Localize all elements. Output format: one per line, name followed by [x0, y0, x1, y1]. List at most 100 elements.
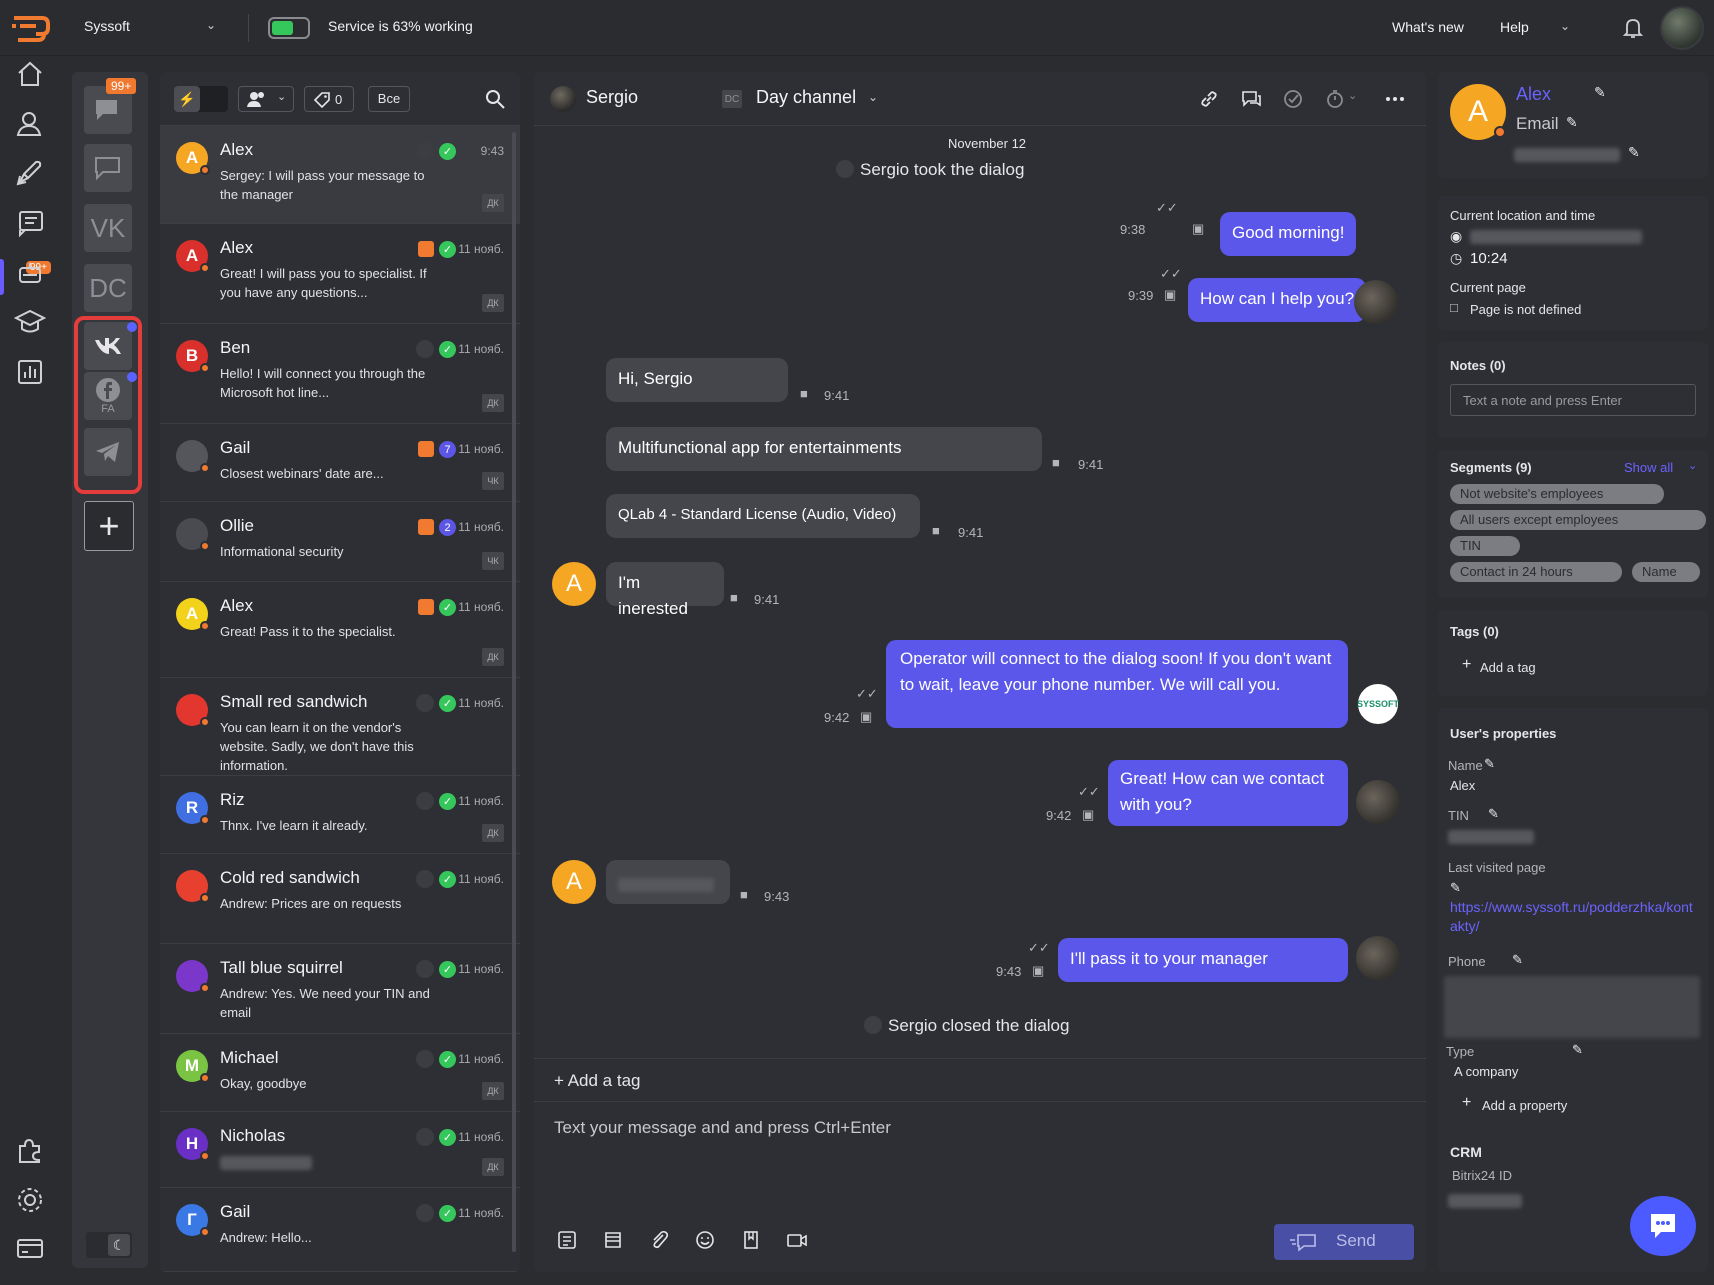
message-incoming[interactable]: I'm inerested	[606, 562, 724, 618]
contact-email[interactable]: Email	[1516, 114, 1559, 134]
conversation-avatar: R	[176, 792, 210, 825]
operator-filter[interactable]: ⌄	[238, 86, 294, 112]
more-icon[interactable]	[1384, 88, 1406, 110]
message-incoming[interactable]: Hi, Sergio	[606, 358, 788, 402]
send-button[interactable]: Send	[1274, 1224, 1414, 1260]
edit-icon[interactable]: ✎	[1566, 114, 1578, 131]
contacts-icon[interactable]	[14, 108, 46, 140]
billing-icon[interactable]	[14, 1232, 46, 1264]
emoji-icon[interactable]	[694, 1229, 716, 1251]
message-incoming-hidden[interactable]	[606, 860, 730, 904]
edit-icon[interactable]: ✎	[1484, 756, 1495, 772]
reports-icon[interactable]	[14, 356, 46, 388]
status-filter[interactable]: Все	[368, 86, 410, 112]
add-channel-button[interactable]: +	[84, 501, 134, 551]
edit-icon[interactable]: ✎	[1628, 144, 1640, 161]
edit-icon[interactable]: ✎	[1488, 806, 1499, 822]
channel-chat[interactable]	[84, 144, 132, 192]
channel-name[interactable]: Day channel	[756, 87, 856, 108]
conversation-item[interactable]: Г Gail Andrew: Hello... 11 нояб. ✓	[160, 1188, 520, 1272]
video-call-icon[interactable]	[786, 1229, 808, 1251]
whats-new-link[interactable]: What's new	[1392, 19, 1464, 35]
chevron-down-icon[interactable]: ⌄	[868, 90, 878, 104]
conversation-item[interactable]: Cold red sandwich Andrew: Prices are on r…	[160, 854, 520, 944]
conversation-item[interactable]: Small red sandwich You can learn it on th…	[160, 678, 520, 776]
message-outgoing[interactable]: Operator will connect to the dialog soon…	[886, 640, 1348, 728]
message-incoming[interactable]: Multifunctional app for entertainments	[606, 427, 1042, 471]
scrollbar[interactable]	[512, 132, 516, 1252]
user-avatar[interactable]	[1660, 6, 1704, 50]
segment-tag[interactable]: TIN	[1450, 536, 1520, 556]
edit-icon[interactable]: ✎	[1450, 880, 1461, 896]
channel-dc-text[interactable]: DC	[84, 264, 132, 312]
academy-icon[interactable]	[14, 306, 46, 338]
edit-icon[interactable]: ✎	[1512, 952, 1523, 968]
message-outgoing[interactable]: Great! How can we contact with you?	[1108, 760, 1348, 826]
segment-tag[interactable]: Name	[1632, 562, 1700, 582]
check-circle-icon[interactable]	[1282, 88, 1304, 110]
conversation-item[interactable]: H Nicholas 11 нояб. ✓ ДК	[160, 1112, 520, 1188]
message-input[interactable]: Text your message and and press Ctrl+Ent…	[554, 1118, 891, 1138]
message-outgoing[interactable]: I'll pass it to your manager	[1058, 938, 1348, 982]
help-menu[interactable]: Help	[1500, 19, 1529, 35]
conversation-item[interactable]: Ollie Informational security 11 нояб. 2 ЧК	[160, 502, 520, 582]
knowledge-base-icon[interactable]	[602, 1229, 624, 1251]
bell-icon[interactable]	[1622, 16, 1644, 40]
support-chat-button[interactable]	[1630, 1196, 1696, 1256]
last-page-link[interactable]: https://www.syssoft.ru/podderzhka/kontak…	[1450, 898, 1694, 936]
bot-icon[interactable]	[14, 256, 46, 288]
chevron-down-icon[interactable]: ⌄	[1688, 459, 1697, 472]
conversation-item[interactable]: M Michael Okay, goodbye 11 нояб. ✓ ДК	[160, 1034, 520, 1112]
check-icon: ✓	[439, 599, 456, 616]
edit-icon[interactable]: ✎	[1594, 84, 1606, 101]
segment-tag[interactable]: Not website's employees	[1450, 484, 1664, 504]
operator-name[interactable]: Sergio	[586, 87, 638, 108]
conversation-item[interactable]: A Alex Great! I will pass you to specialis…	[160, 224, 520, 324]
notes-input[interactable]: Text a note and press Enter	[1450, 384, 1696, 416]
transfer-dialog-icon[interactable]	[1240, 88, 1262, 110]
channel-vk-text[interactable]: VK	[84, 204, 132, 252]
top-bar: Syssoft ⌄ Service is 63% working What's …	[0, 0, 1714, 56]
chat-panel: Sergio DC Day channel ⌄ ⌄ November 12 Se…	[534, 72, 1426, 1272]
add-property-link[interactable]: Add a property	[1482, 1098, 1567, 1113]
conversation-item[interactable]: Tall blue squirrel Andrew: Yes. We need y…	[160, 944, 520, 1034]
logo-icon[interactable]	[8, 12, 52, 46]
conversation-item[interactable]: B Ben Hello! I will connect you through th…	[160, 324, 520, 424]
chevron-down-icon[interactable]: ⌄	[1560, 19, 1570, 33]
message-incoming[interactable]: QLab 4 - Standard License (Audio, Video)	[606, 494, 920, 538]
segment-tag[interactable]: Contact in 24 hours	[1450, 562, 1622, 582]
settings-icon[interactable]	[14, 1184, 46, 1216]
conversation-item[interactable]: Gail Closest webinars' date are... 11 нояб…	[160, 424, 520, 502]
message-outgoing[interactable]: Good morning!	[1220, 212, 1357, 256]
segment-tag[interactable]: All users except employees	[1450, 510, 1706, 530]
show-all-link[interactable]: Show all	[1624, 460, 1673, 475]
add-tag-link[interactable]: Add a tag	[1480, 660, 1536, 675]
timer-icon[interactable]	[1324, 88, 1346, 110]
chevron-down-icon[interactable]: ⌄	[206, 18, 216, 32]
edit-icon[interactable]: ✎	[1572, 1042, 1583, 1058]
integrations-icon[interactable]	[14, 1134, 46, 1166]
contact-name[interactable]: Alex	[1516, 84, 1551, 105]
theme-toggle[interactable]: ☾	[86, 1232, 132, 1258]
workspace-name[interactable]: Syssoft	[84, 18, 130, 34]
bookmark-icon[interactable]	[740, 1229, 762, 1251]
auto-assign-toggle[interactable]: ⚡	[174, 86, 228, 112]
tag-filter[interactable]: 0	[304, 86, 354, 112]
conversation-item[interactable]: A Alex Great! Pass it to the specialist. 11…	[160, 582, 520, 678]
campaigns-icon[interactable]	[14, 156, 46, 188]
conversation-item[interactable]: A Alex Sergey: I will pass your message to…	[160, 126, 520, 224]
notes-label: Notes (0)	[1450, 358, 1506, 373]
link-icon[interactable]	[1198, 88, 1220, 110]
message-outgoing[interactable]: How can I help you?	[1188, 278, 1367, 322]
conversation-item[interactable]: R Riz Thnx. I've learn it already. 11 нояб.…	[160, 776, 520, 854]
attachment-icon[interactable]	[648, 1229, 670, 1251]
plus-icon[interactable]: +	[1462, 1094, 1471, 1112]
chevron-down-icon[interactable]: ⌄	[1348, 89, 1357, 102]
plus-icon[interactable]: +	[1462, 656, 1471, 674]
add-tag-button[interactable]: + Add a tag	[554, 1071, 641, 1091]
template-icon[interactable]	[556, 1229, 578, 1251]
home-icon[interactable]	[14, 58, 46, 90]
dialogs-icon[interactable]	[14, 206, 46, 238]
search-icon[interactable]	[484, 88, 506, 110]
conversation-avatar: M	[176, 1050, 210, 1083]
